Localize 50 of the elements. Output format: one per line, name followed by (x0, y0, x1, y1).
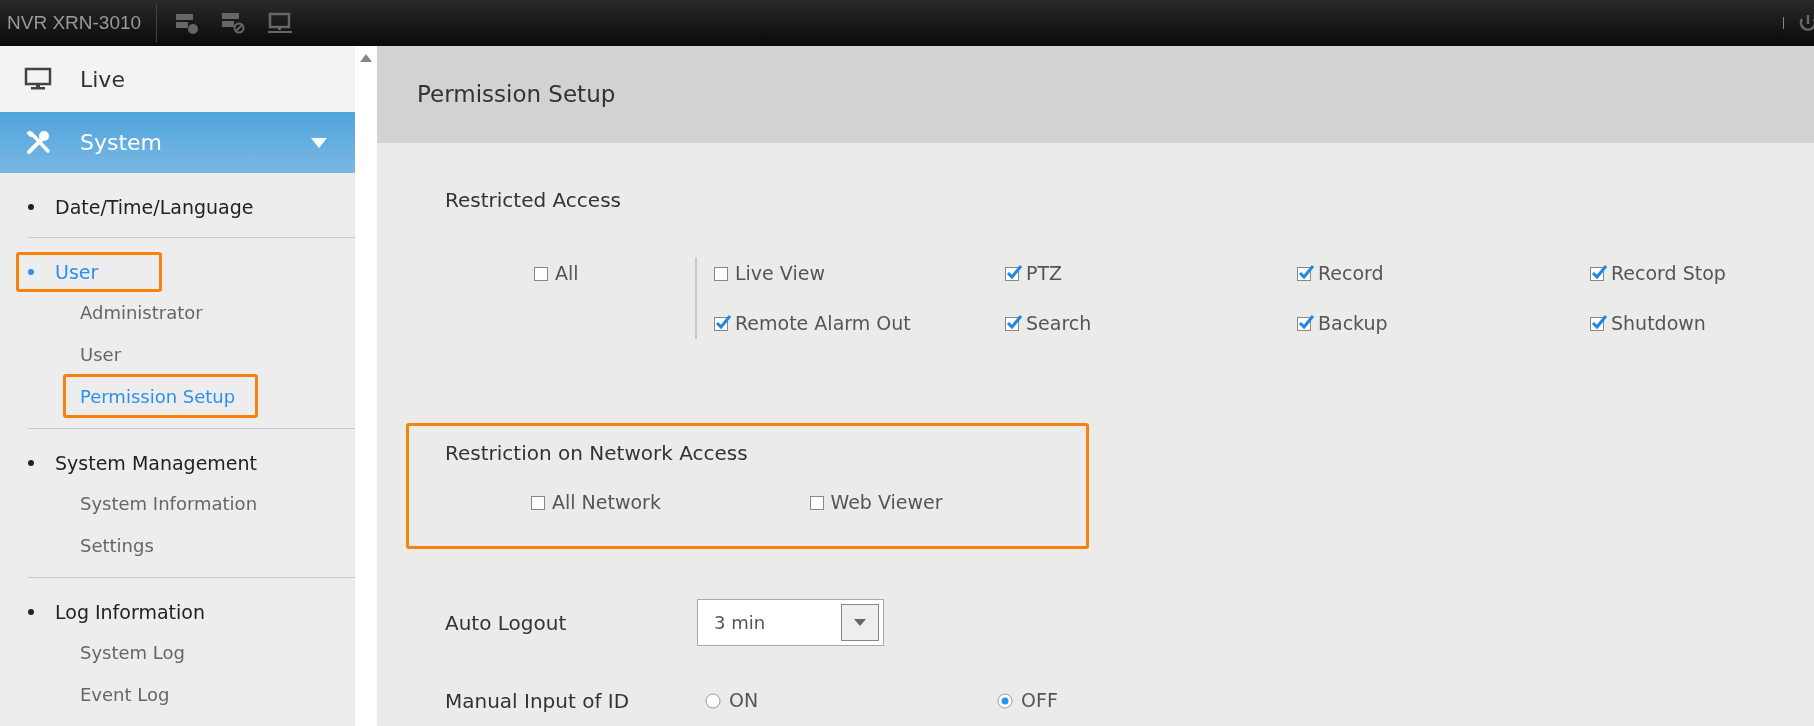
submenu-item[interactable]: System Information (63, 481, 271, 525)
power-icon[interactable] (1798, 12, 1814, 34)
tools-icon (24, 128, 52, 157)
scroll-up-icon[interactable] (360, 54, 372, 62)
field-label: Auto Logout (445, 609, 568, 637)
checked-checkbox-icon (1003, 312, 1023, 333)
checked-checkbox-icon (1588, 312, 1608, 333)
checkbox[interactable]: PTZ (1003, 259, 1295, 288)
checkbox[interactable]: All Network (529, 488, 661, 517)
checked-checkbox-icon (1003, 263, 1023, 284)
bullet-icon (28, 269, 34, 275)
monitor-icon[interactable] (267, 11, 294, 35)
submenu-item[interactable]: System Log (63, 630, 198, 674)
checkbox[interactable]: Live View (712, 259, 1003, 288)
caret-icon[interactable] (311, 137, 327, 148)
menu-group-item[interactable]: Date/Time/Language (16, 187, 355, 227)
checkbox[interactable]: Record (1295, 259, 1588, 288)
menu-group-item[interactable]: System Management (16, 443, 355, 483)
monitor-icon (24, 67, 52, 92)
checkbox[interactable]: All (532, 259, 579, 288)
checkbox[interactable]: Remote Alarm Out (712, 308, 1003, 337)
checked-checkbox-icon (1588, 263, 1608, 284)
checkbox[interactable]: Record Stop (1588, 259, 1808, 288)
menu-item[interactable]: Live (0, 46, 355, 113)
submenu-item[interactable]: User (63, 332, 135, 376)
checked-checkbox-icon (1295, 263, 1315, 284)
radio-option[interactable]: OFF (997, 686, 1058, 715)
submenu-item[interactable]: Administrator (63, 290, 216, 334)
section-title: Restriction on Network Access (445, 440, 749, 467)
dropdown[interactable]: 3 min (697, 599, 884, 646)
menu-group-item[interactable]: Log Information (16, 592, 355, 632)
radio-option[interactable]: ON (705, 686, 759, 715)
page-title: Permission Setup (417, 80, 616, 110)
bullet-icon (28, 204, 34, 210)
device-title: NVR XRN-3010 (6, 10, 143, 35)
bullet-icon (28, 609, 34, 615)
server-alert-icon[interactable] (175, 11, 200, 35)
submenu-item[interactable]: Settings (63, 523, 167, 567)
server-block-icon[interactable] (221, 11, 246, 35)
scrollbar[interactable] (355, 46, 377, 726)
checkbox[interactable]: Backup (1295, 308, 1588, 337)
checked-checkbox-icon (1295, 312, 1315, 333)
checkbox[interactable]: Search (1003, 308, 1295, 337)
checkbox[interactable]: Web Viewer (807, 488, 943, 517)
checkbox[interactable]: Shutdown (1588, 308, 1808, 337)
section-title: Restricted Access (445, 187, 622, 214)
submenu-item[interactable]: Event Log (63, 672, 183, 716)
field-label: Manual Input of ID (445, 688, 631, 715)
checked-checkbox-icon (712, 312, 732, 333)
bullet-icon (28, 460, 34, 466)
